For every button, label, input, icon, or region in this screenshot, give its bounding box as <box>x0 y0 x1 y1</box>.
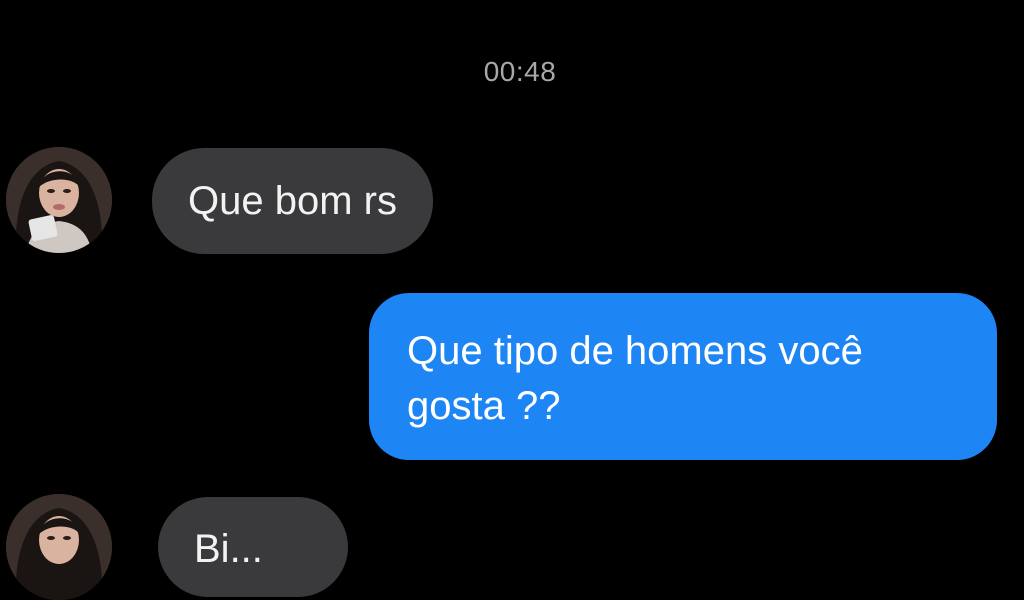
incoming-message-bubble[interactable]: Bi... <box>158 497 348 597</box>
outgoing-message-bubble[interactable]: Que tipo de homens você gosta ?? <box>369 293 997 460</box>
message-text: Bi... <box>194 527 263 571</box>
contact-avatar[interactable] <box>6 147 112 253</box>
message-text-line: gosta ?? <box>407 384 561 428</box>
incoming-message-bubble[interactable]: Que bom rs <box>152 148 433 254</box>
contact-avatar[interactable] <box>6 494 112 600</box>
message-text: Que bom rs <box>188 179 397 223</box>
message-timestamp: 00:48 <box>483 56 557 87</box>
chat-thread: 00:48 Que bom rs Que tipo de homens você… <box>0 0 1024 600</box>
message-text-line: Que tipo de homens você <box>407 329 863 373</box>
